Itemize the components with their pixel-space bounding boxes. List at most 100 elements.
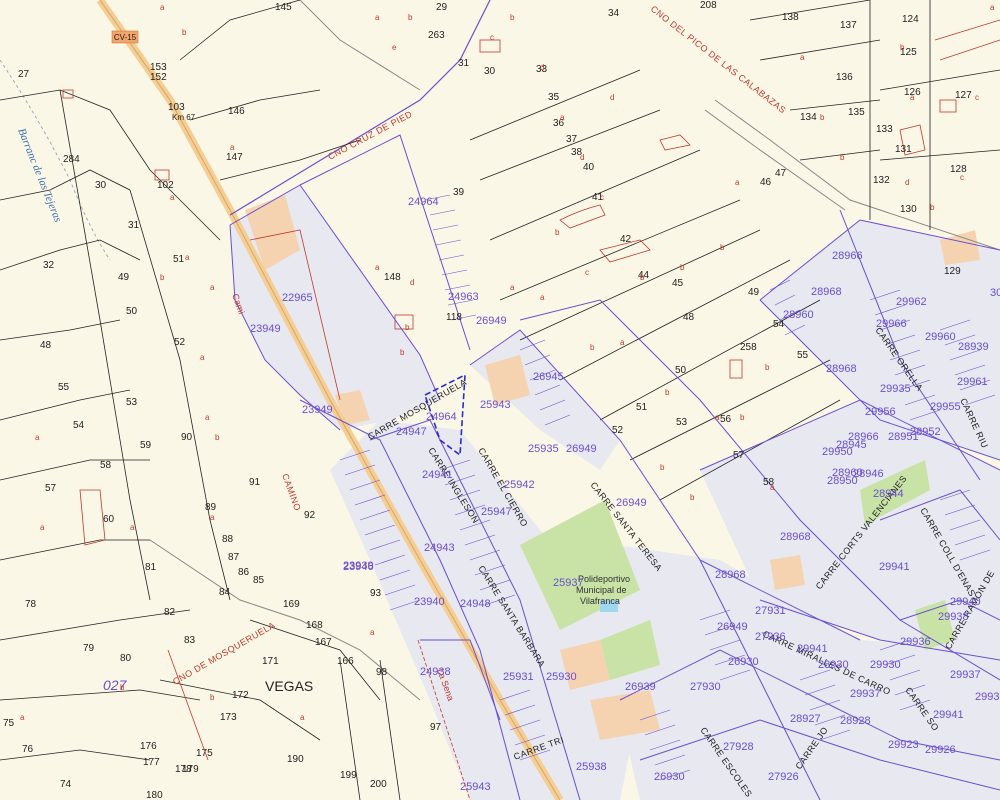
urban-parcel-label[interactable]: 29938 (938, 611, 969, 623)
urban-parcel-label[interactable]: 25943 (480, 399, 511, 411)
urban-parcel-label[interactable]: 29939 (975, 691, 1000, 703)
svg-text:a: a (300, 713, 305, 722)
urban-parcel-label[interactable]: 29937 (850, 688, 881, 700)
urban-parcel-label[interactable]: 27928 (723, 741, 754, 753)
parcel-label: 81 (145, 562, 157, 573)
urban-parcel-label[interactable]: 26939 (625, 681, 656, 693)
urban-parcel-label[interactable]: 29962 (896, 296, 927, 308)
urban-parcel-label[interactable]: 23946 (343, 561, 374, 573)
urban-parcel-label[interactable]: 25937 (553, 577, 584, 589)
parcel-label: 50 (675, 365, 687, 376)
urban-parcel-label[interactable]: 28928 (840, 715, 871, 727)
urban-parcel-label[interactable]: 29930 (870, 659, 901, 671)
urban-parcel-label[interactable]: 29926 (925, 744, 956, 756)
urban-parcel-label[interactable]: 29941 (879, 561, 910, 573)
urban-parcel-label[interactable]: 28968 (715, 569, 746, 581)
urban-parcel-label[interactable]: 29936 (900, 636, 931, 648)
urban-parcel-label[interactable]: 25947 (481, 506, 512, 518)
svg-text:d: d (905, 178, 909, 187)
svg-text:a: a (375, 263, 380, 272)
urban-parcel-label[interactable]: 29956 (865, 406, 896, 418)
urban-parcel-label[interactable]: 27931 (755, 605, 786, 617)
urban-parcel-label[interactable]: 24963 (448, 291, 479, 303)
svg-text:c: c (975, 93, 979, 102)
urban-parcel-label[interactable]: 26930 (654, 771, 685, 783)
urban-parcel-label[interactable]: 28939 (958, 341, 989, 353)
urban-parcel-label[interactable]: 28968 (780, 531, 811, 543)
svg-text:b: b (640, 273, 645, 282)
urban-parcel-label[interactable]: 26949 (717, 621, 748, 633)
urban-parcel-label[interactable]: 29961 (957, 376, 988, 388)
urban-parcel-label[interactable]: 26949 (566, 443, 597, 455)
urban-parcel-label[interactable]: 25938 (576, 761, 607, 773)
urban-parcel-label[interactable]: 24964 (408, 196, 439, 208)
cadastral-map[interactable]: CV-15 Km 67 027 VEGAS Barranc de las Tej… (0, 0, 1000, 800)
svg-text:a: a (130, 523, 135, 532)
urban-parcel-label[interactable]: 28968 (811, 286, 842, 298)
urban-parcel-label[interactable]: 25930 (546, 671, 577, 683)
urban-parcel-label[interactable]: 27930 (690, 681, 721, 693)
urban-parcel-label[interactable]: 24947 (396, 426, 427, 438)
urban-parcel-label[interactable]: 23949 (302, 404, 333, 416)
urban-parcel-label[interactable]: 24938 (420, 666, 451, 678)
svg-text:b: b (590, 343, 595, 352)
urban-parcel-label[interactable]: 29955 (930, 401, 961, 413)
svg-text:a: a (560, 113, 565, 122)
parcel-label: 118 (446, 312, 462, 323)
urban-parcel-label[interactable]: 28951 (888, 431, 919, 443)
urban-parcel-label[interactable]: 23940 (414, 596, 445, 608)
urban-parcel-label[interactable]: 22965 (282, 292, 313, 304)
urban-parcel-label[interactable]: 26949 (476, 315, 507, 327)
urban-parcel-label[interactable]: 28968 (826, 363, 857, 375)
svg-text:b: b (210, 693, 215, 702)
urban-parcel-label[interactable]: 24943 (424, 542, 455, 554)
urban-parcel-label[interactable]: 26930 (728, 656, 759, 668)
svg-text:b: b (660, 463, 665, 472)
urban-parcel-label[interactable]: 29966 (876, 318, 907, 330)
parcel-label: 176 (140, 741, 157, 752)
urban-parcel-label[interactable]: 29960 (925, 331, 956, 343)
parcel-label: 148 (384, 272, 401, 283)
urban-parcel-label[interactable]: 28930 (818, 659, 849, 671)
urban-parcel-label[interactable]: 26949 (616, 497, 647, 509)
urban-parcel-label[interactable]: 29941 (797, 643, 828, 655)
parcel-label: 263 (428, 30, 445, 41)
parcel-label: 31 (458, 58, 470, 69)
urban-parcel-label[interactable]: 25942 (504, 479, 535, 491)
parcel-label: 137 (840, 20, 857, 31)
parcel-label: 48 (40, 340, 52, 351)
urban-parcel-label[interactable]: 26945 (533, 371, 564, 383)
svg-text:b: b (555, 228, 560, 237)
svg-text:b: b (182, 28, 187, 37)
urban-parcel-label[interactable]: 27936 (755, 631, 786, 643)
parcel-label: 74 (60, 779, 72, 790)
parcel-label: 51 (636, 402, 648, 413)
svg-text:a: a (715, 413, 720, 422)
parcel-label: 31 (128, 220, 140, 231)
urban-parcel-label[interactable]: 24964 (426, 411, 457, 423)
urban-parcel-label[interactable]: 24941 (422, 469, 453, 481)
urban-parcel-label[interactable]: 28950 (827, 475, 858, 487)
urban-parcel-label[interactable]: 29937 (950, 669, 981, 681)
svg-text:b: b (840, 153, 845, 162)
urban-parcel-label[interactable]: 30 (990, 287, 1000, 299)
parcel-label: 83 (184, 635, 196, 646)
parcel-label: 167 (315, 637, 332, 648)
urban-parcel-label[interactable]: 29941 (933, 709, 964, 721)
svg-text:c: c (600, 193, 604, 202)
urban-parcel-label[interactable]: 28945 (836, 439, 867, 451)
urban-parcel-label[interactable]: 28944 (873, 488, 904, 500)
urban-parcel-label[interactable]: 28927 (790, 713, 821, 725)
urban-parcel-label[interactable]: 25935 (528, 443, 559, 455)
urban-parcel-label[interactable]: 29940 (950, 596, 981, 608)
parcel-label: 49 (748, 287, 760, 298)
urban-parcel-label[interactable]: 28960 (783, 309, 814, 321)
urban-parcel-label[interactable]: 25931 (503, 671, 534, 683)
urban-parcel-label[interactable]: 28966 (832, 250, 863, 262)
urban-parcel-label[interactable]: 27926 (768, 771, 799, 783)
urban-parcel-label[interactable]: 29935 (880, 383, 911, 395)
urban-parcel-label[interactable]: 29923 (888, 739, 919, 751)
urban-parcel-label[interactable]: 23949 (250, 323, 281, 335)
km-marker: Km 67 (172, 113, 196, 122)
urban-parcel-label[interactable]: 24948 (460, 598, 491, 610)
